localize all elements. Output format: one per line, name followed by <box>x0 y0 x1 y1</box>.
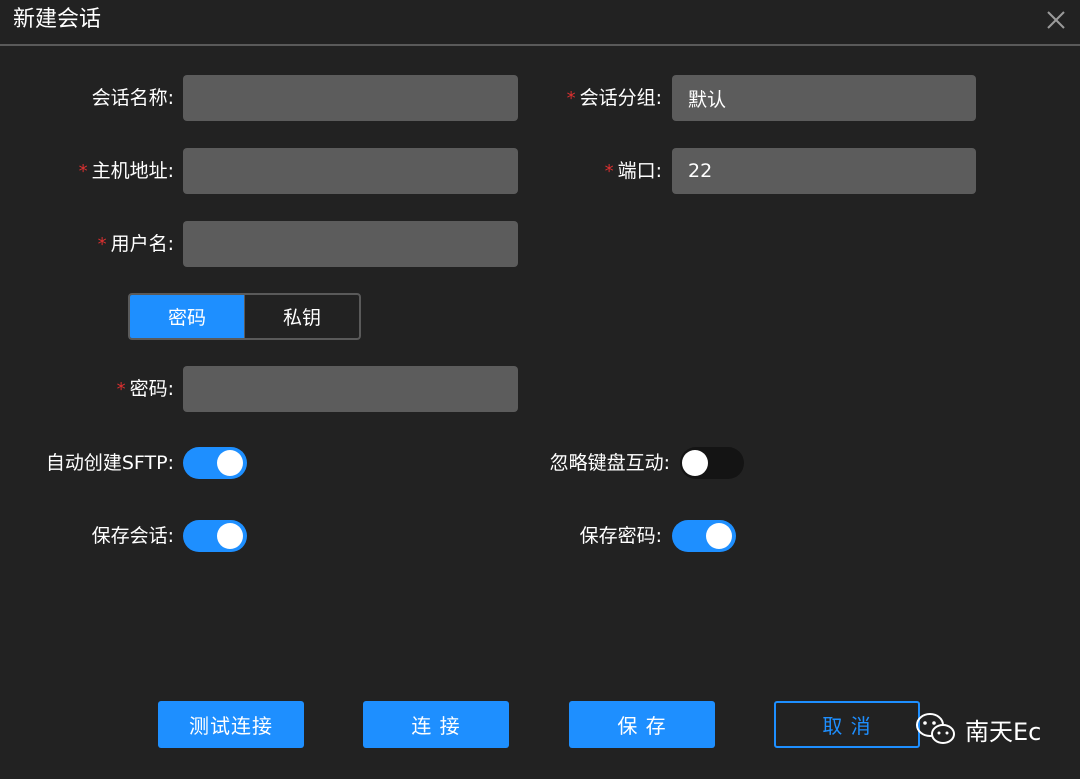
close-icon[interactable] <box>1042 6 1070 34</box>
required-mark: * <box>78 161 88 182</box>
host-input[interactable] <box>183 148 518 194</box>
toggle-knob <box>682 450 708 476</box>
password-label: * 密码: <box>116 378 174 400</box>
required-mark: * <box>116 379 126 400</box>
tab-password[interactable]: 密码 <box>130 295 244 338</box>
session-group-select[interactable] <box>672 75 976 121</box>
port-input[interactable] <box>672 148 976 194</box>
save-password-toggle[interactable] <box>672 520 736 552</box>
auto-sftp-toggle[interactable] <box>183 447 247 479</box>
connect-button[interactable]: 连 接 <box>363 701 509 748</box>
toggle-knob <box>217 450 243 476</box>
session-name-label: 会话名称: <box>91 87 174 109</box>
host-label: * 主机地址: <box>78 160 174 182</box>
save-session-toggle[interactable] <box>183 520 247 552</box>
toggle-knob <box>706 523 732 549</box>
username-input[interactable] <box>183 221 518 267</box>
auth-type-switch: 密码 私钥 <box>128 293 361 340</box>
ignore-keyboard-label: 忽略键盘互动: <box>549 452 670 474</box>
required-mark: * <box>97 234 107 255</box>
dialog-titlebar: 新建会话 <box>0 0 1080 46</box>
watermark-text: 南天Ec <box>965 717 1042 746</box>
ignore-keyboard-toggle[interactable] <box>680 447 744 479</box>
password-input[interactable] <box>183 366 518 412</box>
session-name-input[interactable] <box>183 75 518 121</box>
username-label: * 用户名: <box>97 233 174 255</box>
session-group-label: * 会话分组: <box>566 87 662 109</box>
auto-sftp-label: 自动创建SFTP: <box>45 452 174 474</box>
dialog-title: 新建会话 <box>13 7 102 32</box>
wechat-icon <box>916 713 955 744</box>
watermark: 南天Ec <box>915 709 1041 749</box>
save-session-label: 保存会话: <box>91 525 174 547</box>
save-button[interactable]: 保 存 <box>569 701 715 748</box>
cancel-button[interactable]: 取 消 <box>774 701 920 748</box>
tab-private-key[interactable]: 私钥 <box>244 295 359 338</box>
save-password-label: 保存密码: <box>579 525 662 547</box>
required-mark: * <box>566 88 576 109</box>
test-connection-button[interactable]: 测试连接 <box>158 701 304 748</box>
port-label: * 端口: <box>604 160 662 182</box>
toggle-knob <box>217 523 243 549</box>
required-mark: * <box>604 161 614 182</box>
